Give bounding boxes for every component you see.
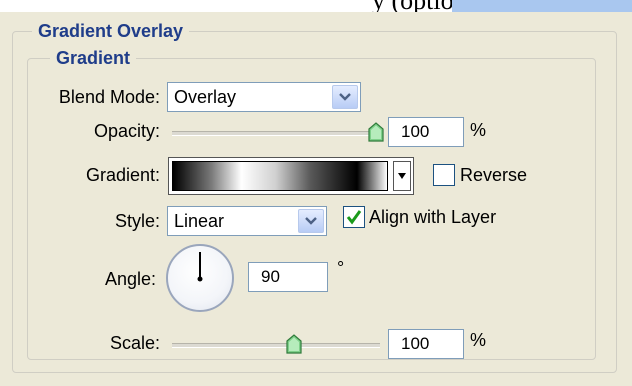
blend-mode-value: Overlay [174, 87, 237, 107]
angle-dial[interactable] [166, 244, 234, 312]
angle-unit: ° [337, 258, 345, 278]
top-strip: y (optional) [0, 0, 632, 12]
blend-mode-dropdown-button[interactable] [332, 85, 358, 109]
gradient-overlay-title: Gradient Overlay [32, 21, 190, 41]
gradient-dropdown-button[interactable] [393, 161, 411, 191]
checkmark-icon [346, 210, 362, 225]
reverse-checkbox[interactable] [433, 164, 455, 186]
scale-slider-track[interactable] [172, 343, 380, 348]
opacity-slider-thumb-icon[interactable] [368, 122, 384, 142]
opacity-label: Opacity: [93, 121, 160, 141]
opacity-input[interactable]: 100 [388, 117, 464, 147]
blend-mode-select[interactable]: Overlay [167, 82, 361, 112]
scale-input[interactable]: 100 [388, 329, 464, 359]
angle-needle-icon [197, 252, 203, 282]
angle-label: Angle: [104, 269, 156, 289]
align-with-layer-checkbox[interactable] [343, 206, 365, 228]
style-label: Style: [114, 211, 160, 231]
chevron-down-icon [339, 93, 351, 101]
align-with-layer-label: Align with Layer [369, 207, 497, 227]
style-dropdown-button[interactable] [298, 209, 324, 233]
opacity-slider-track[interactable] [172, 131, 380, 136]
angle-input[interactable]: 90 [248, 262, 328, 292]
scale-slider-thumb-icon[interactable] [286, 334, 302, 354]
scale-unit: % [470, 330, 487, 350]
gradient-section-title: Gradient [50, 48, 137, 68]
blend-mode-label: Blend Mode: [58, 87, 160, 107]
opacity-unit: % [470, 120, 487, 140]
gradient-label: Gradient: [85, 165, 160, 185]
gradient-preview[interactable] [172, 161, 388, 191]
scale-label: Scale: [109, 333, 160, 353]
triangle-down-icon [398, 173, 406, 179]
style-select[interactable]: Linear [167, 206, 327, 236]
style-value: Linear [174, 211, 225, 231]
gradient-picker[interactable] [168, 157, 414, 195]
reverse-label: Reverse [460, 165, 528, 185]
chevron-down-icon [305, 217, 317, 225]
